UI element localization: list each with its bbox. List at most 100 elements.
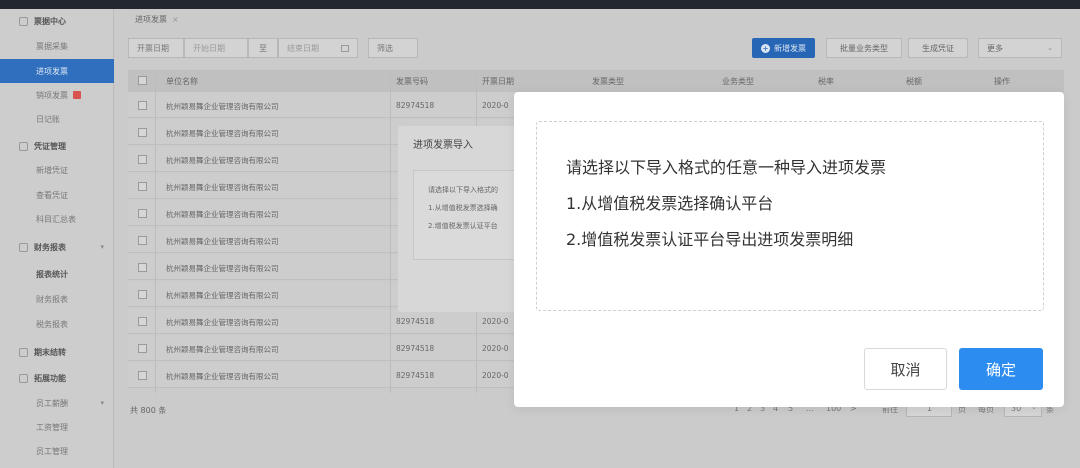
sidebar-item[interactable]: 凭证管理 (0, 134, 114, 158)
row-checkbox[interactable] (138, 290, 147, 299)
sidebar-item-label: 日记账 (36, 114, 60, 124)
chevron-down-icon: ▾ (100, 243, 104, 251)
sidebar-item[interactable]: 票据采集 (0, 34, 114, 58)
import-format-dialog: 请选择以下导入格式的任意一种导入进项发票 1.从增值税发票选择确认平台 2.增值… (514, 92, 1064, 407)
row-checkbox[interactable] (138, 209, 147, 218)
sidebar-item-label: 新增凭证 (36, 165, 68, 175)
sidebar-item[interactable]: 进项发票 (0, 59, 114, 83)
start-date-input[interactable]: 开始日期 (184, 38, 248, 58)
table-cell-date: 2020-0 (482, 371, 509, 380)
sidebar-item-label: 工资管理 (36, 422, 68, 432)
column-divider (390, 70, 391, 393)
sidebar-item-label: 报表统计 (36, 269, 68, 279)
table-cell-company: 杭州颖易舞企业管理咨询有限公司 (166, 291, 279, 300)
sidebar-item[interactable]: 销项发票 (0, 83, 114, 107)
table-header: 单位名称 发票号码 开票日期 发票类型 业务类型 税率 税额 操作 (128, 70, 1064, 92)
batch-business-type-button[interactable]: 批量业务类型 (826, 38, 902, 58)
row-checkbox[interactable] (138, 101, 147, 110)
sidebar: 票据中心票据采集进项发票销项发票日记账凭证管理新增凭证查看凭证科目汇总表财务报表… (0, 9, 114, 468)
sidebar-item[interactable]: 工资管理 (0, 415, 114, 439)
sidebar-item[interactable]: 税务报表 (0, 312, 114, 336)
sidebar-item[interactable]: 财务报表 (0, 287, 114, 311)
sidebar-item[interactable]: 拓展功能 (0, 366, 114, 390)
sidebar-item[interactable]: 票据中心 (0, 9, 114, 33)
date-filter-label: 开票日期 (128, 38, 184, 58)
table-cell-company: 杭州颖易舞企业管理咨询有限公司 (166, 129, 279, 138)
sidebar-item[interactable]: 日记账 (0, 107, 114, 131)
row-checkbox[interactable] (138, 317, 147, 326)
table-cell-company: 杭州颖易舞企业管理咨询有限公司 (166, 210, 279, 219)
sidebar-item[interactable]: 员工管理 (0, 439, 114, 463)
row-checkbox[interactable] (138, 155, 147, 164)
table-cell-number: 82974518 (396, 317, 435, 326)
column-header[interactable]: 发票号码 (396, 76, 428, 87)
column-header[interactable]: 税率 (818, 76, 834, 87)
row-checkbox[interactable] (138, 182, 147, 191)
table-cell-date: 2020-0 (482, 344, 509, 353)
total-count: 共 800 条 (130, 406, 167, 415)
row-checkbox[interactable] (138, 263, 147, 272)
menu-group-icon (19, 373, 28, 383)
chevron-down-icon: ▾ (100, 399, 104, 407)
menu-group-icon (19, 242, 28, 252)
sidebar-item-label: 员工管理 (36, 446, 68, 456)
instruction-line-1: 请选择以下导入格式的任意一种导入进项发票 (566, 158, 887, 177)
sidebar-item-label: 员工薪酬 (36, 398, 68, 408)
column-header[interactable]: 开票日期 (482, 76, 514, 87)
menu-group-icon (19, 141, 28, 151)
table-cell-date: 2020-0 (482, 317, 509, 326)
table-cell-company: 杭州颖易舞企业管理咨询有限公司 (166, 183, 279, 192)
sidebar-item[interactable]: 财务报表 ▾ (0, 235, 114, 259)
sidebar-item-label: 拓展功能 (34, 373, 66, 383)
table-cell-company: 杭州颖易舞企业管理咨询有限公司 (166, 372, 279, 381)
chevron-down-icon: ⌄ (1047, 44, 1053, 52)
dialog-body: 请选择以下导入格式的 1.从增值税发票选择确 2.增值税发票认证平台 (413, 170, 523, 260)
page-tab-label: 进项发票 (135, 15, 167, 24)
select-all-checkbox[interactable] (138, 76, 147, 85)
row-checkbox[interactable] (138, 344, 147, 353)
sidebar-item-label: 科目汇总表 (36, 214, 76, 224)
table-cell-company: 杭州颖易舞企业管理咨询有限公司 (166, 237, 279, 246)
dialog-line: 2.增值税发票认证平台 (428, 222, 498, 230)
end-date-input[interactable]: 结束日期 (278, 38, 358, 58)
sidebar-item-label: 销项发票 (36, 90, 68, 100)
row-checkbox[interactable] (138, 236, 147, 245)
add-invoice-button[interactable]: + 新增发票 (752, 38, 815, 58)
generate-voucher-button[interactable]: 生成凭证 (908, 38, 968, 58)
sidebar-item-label: 财务报表 (34, 242, 66, 252)
sidebar-item-label: 票据中心 (34, 16, 66, 26)
import-dialog-back: 进项发票导入 请选择以下导入格式的 1.从增值税发票选择确 2.增值税发票认证平… (398, 126, 523, 312)
more-dropdown[interactable]: 更多 ⌄ (978, 38, 1062, 58)
sidebar-item-label: 查看凭证 (36, 190, 68, 200)
sidebar-item[interactable]: 报表统计 (0, 262, 114, 286)
row-checkbox[interactable] (138, 128, 147, 137)
sidebar-item[interactable]: 查看凭证 (0, 183, 114, 207)
column-header[interactable]: 业务类型 (722, 76, 754, 87)
page-tab[interactable]: 进项发票 × (135, 14, 179, 25)
column-header[interactable]: 单位名称 (166, 76, 198, 87)
calendar-icon[interactable] (341, 44, 349, 52)
table-cell-company: 杭州颖易舞企业管理咨询有限公司 (166, 345, 279, 354)
sidebar-item[interactable]: 新增凭证 (0, 158, 114, 182)
filter-button[interactable]: 筛选 (368, 38, 418, 58)
table-cell-number: 82974518 (396, 371, 435, 380)
row-checkbox[interactable] (138, 371, 147, 380)
column-header[interactable]: 税额 (906, 76, 922, 87)
dialog-title: 进项发票导入 (413, 140, 473, 151)
close-icon[interactable]: × (172, 15, 179, 24)
plus-icon: + (761, 43, 770, 53)
column-header[interactable]: 发票类型 (592, 76, 624, 87)
table-cell-date: 2020-0 (482, 101, 509, 110)
column-divider (155, 70, 156, 393)
column-header[interactable]: 操作 (994, 76, 1010, 87)
table-cell-company: 杭州颖易舞企业管理咨询有限公司 (166, 264, 279, 273)
sidebar-item-label: 票据采集 (36, 41, 68, 51)
sidebar-item[interactable]: 科目汇总表 (0, 207, 114, 231)
notification-badge (73, 91, 81, 99)
confirm-button[interactable]: 确定 (959, 348, 1043, 390)
cancel-button[interactable]: 取消 (864, 348, 947, 390)
sidebar-item[interactable]: 员工薪酬 ▾ (0, 391, 114, 415)
table-cell-company: 杭州颖易舞企业管理咨询有限公司 (166, 156, 279, 165)
sidebar-item[interactable]: 期末结转 (0, 340, 114, 364)
sidebar-item-label: 期末结转 (34, 347, 66, 357)
